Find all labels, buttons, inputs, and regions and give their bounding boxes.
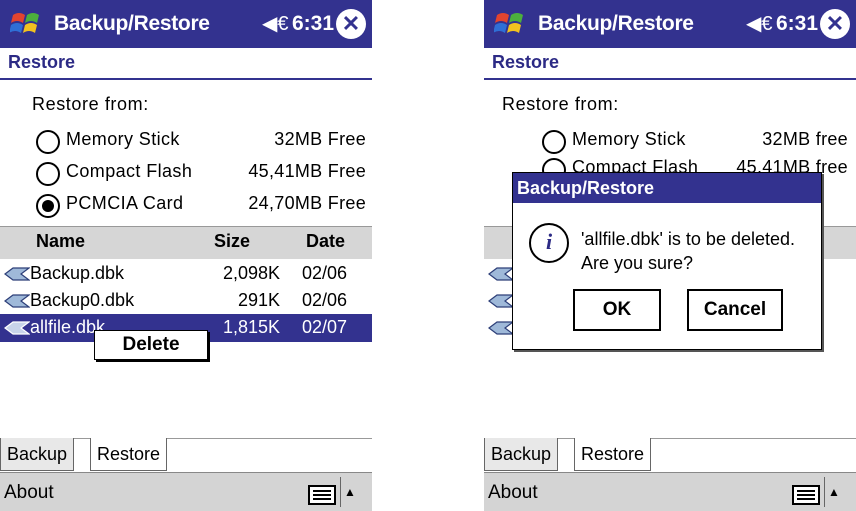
page-title: Restore [8, 52, 76, 72]
about-menu[interactable]: About [488, 482, 538, 504]
option-pcmcia-card[interactable]: PCMCIA Card 24,70MB Free [36, 192, 372, 220]
app-title: Backup/Restore [54, 12, 210, 35]
dialog-message-line: 'allfile.dbk' is to be deleted. [581, 229, 796, 249]
radio-icon[interactable] [36, 162, 60, 186]
close-button[interactable]: ✕ [820, 9, 850, 39]
context-menu-delete[interactable]: Delete [94, 330, 208, 360]
option-label: Compact Flash [66, 161, 193, 181]
file-date: 02/06 [302, 290, 348, 310]
speaker-icon[interactable]: ◀€ [262, 14, 289, 34]
dialog-title: Backup/Restore [517, 178, 655, 198]
file-icon [4, 321, 30, 335]
restore-from-label: Restore from: [32, 94, 149, 114]
file-row[interactable]: Backup0.dbk 291K 02/06 [0, 287, 372, 315]
close-button[interactable]: ✕ [336, 9, 366, 39]
option-label: Memory Stick [572, 129, 686, 149]
menu-bar: About ▲ [0, 472, 372, 511]
cancel-button[interactable]: Cancel [687, 289, 783, 331]
file-size: 2,098K [222, 263, 280, 283]
title-bar: Backup/Restore ◀€ 6:31 ✕ [484, 0, 856, 48]
option-memory-stick[interactable]: Memory Stick 32MB free [542, 128, 856, 156]
about-menu[interactable]: About [4, 482, 54, 504]
tab-restore[interactable]: Restore [90, 438, 168, 471]
title-bar: Backup/Restore ◀€ 6:31 ✕ [0, 0, 372, 48]
file-row[interactable]: Backup.dbk 2,098K 02/06 [0, 260, 372, 288]
file-date: 02/06 [302, 263, 348, 283]
keyboard-icon[interactable] [308, 485, 336, 505]
tab-backup[interactable]: Backup [0, 438, 75, 471]
page-title: Restore [492, 52, 560, 72]
file-name: Backup.dbk [30, 263, 125, 283]
radio-icon[interactable] [542, 130, 566, 154]
dialog-message: 'allfile.dbk' is to be deleted. Are you … [581, 227, 795, 275]
option-free-space: 24,70MB Free [248, 193, 366, 213]
file-icon [4, 294, 30, 308]
dialog-title-bar: Backup/Restore [513, 173, 821, 203]
device-screen-delete-confirm: Backup/Restore ◀€ 6:31 ✕ Restore Restore… [484, 0, 856, 511]
ok-button[interactable]: OK [573, 289, 661, 331]
option-memory-stick[interactable]: Memory Stick 32MB Free [36, 128, 372, 156]
restore-from-label: Restore from: [502, 94, 619, 114]
option-free-space: 32MB Free [274, 129, 366, 149]
option-label: Memory Stick [66, 129, 180, 149]
windows-start-icon[interactable] [10, 8, 42, 40]
clock[interactable]: 6:31 [292, 12, 334, 36]
radio-selected-icon[interactable] [36, 194, 60, 218]
subheader: Restore [0, 48, 372, 80]
speaker-icon[interactable]: ◀€ [746, 14, 773, 34]
file-size: 291K [237, 290, 280, 310]
tab-backup[interactable]: Backup [484, 438, 559, 471]
tab-restore[interactable]: Restore [574, 438, 652, 471]
menu-bar: About ▲ [484, 472, 856, 511]
column-header-size[interactable]: Size [214, 231, 250, 252]
option-compact-flash[interactable]: Compact Flash 45,41MB Free [36, 160, 372, 188]
device-screen-restore-list: Backup/Restore ◀€ 6:31 ✕ Restore Restore… [0, 0, 372, 511]
file-icon [488, 321, 514, 335]
confirm-dialog: Backup/Restore i 'allfile.dbk' is to be … [512, 172, 822, 350]
file-list-header: Name Size Date [0, 226, 372, 259]
option-free-space: 45,41MB Free [248, 161, 366, 181]
column-header-name[interactable]: Name [36, 231, 85, 252]
tab-bar: Backup Restore [484, 438, 856, 473]
info-icon-glyph: i [545, 229, 553, 254]
option-label: PCMCIA Card [66, 193, 184, 213]
tab-bar: Backup Restore [0, 438, 372, 473]
file-name: Backup0.dbk [30, 290, 135, 310]
up-arrow-icon[interactable]: ▲ [824, 477, 843, 507]
keyboard-icon[interactable] [792, 485, 820, 505]
app-title: Backup/Restore [538, 12, 694, 35]
subheader: Restore [484, 48, 856, 80]
windows-start-icon[interactable] [494, 8, 526, 40]
clock[interactable]: 6:31 [776, 12, 818, 36]
file-icon [4, 267, 30, 281]
file-date: 02/07 [302, 317, 348, 337]
info-icon: i [529, 223, 569, 263]
option-free-space: 32MB free [762, 129, 848, 149]
radio-icon[interactable] [36, 130, 60, 154]
column-header-date[interactable]: Date [306, 231, 345, 252]
file-icon [488, 267, 514, 281]
dialog-message-line: Are you sure? [581, 253, 694, 273]
file-icon [488, 294, 514, 308]
up-arrow-icon[interactable]: ▲ [340, 477, 359, 507]
